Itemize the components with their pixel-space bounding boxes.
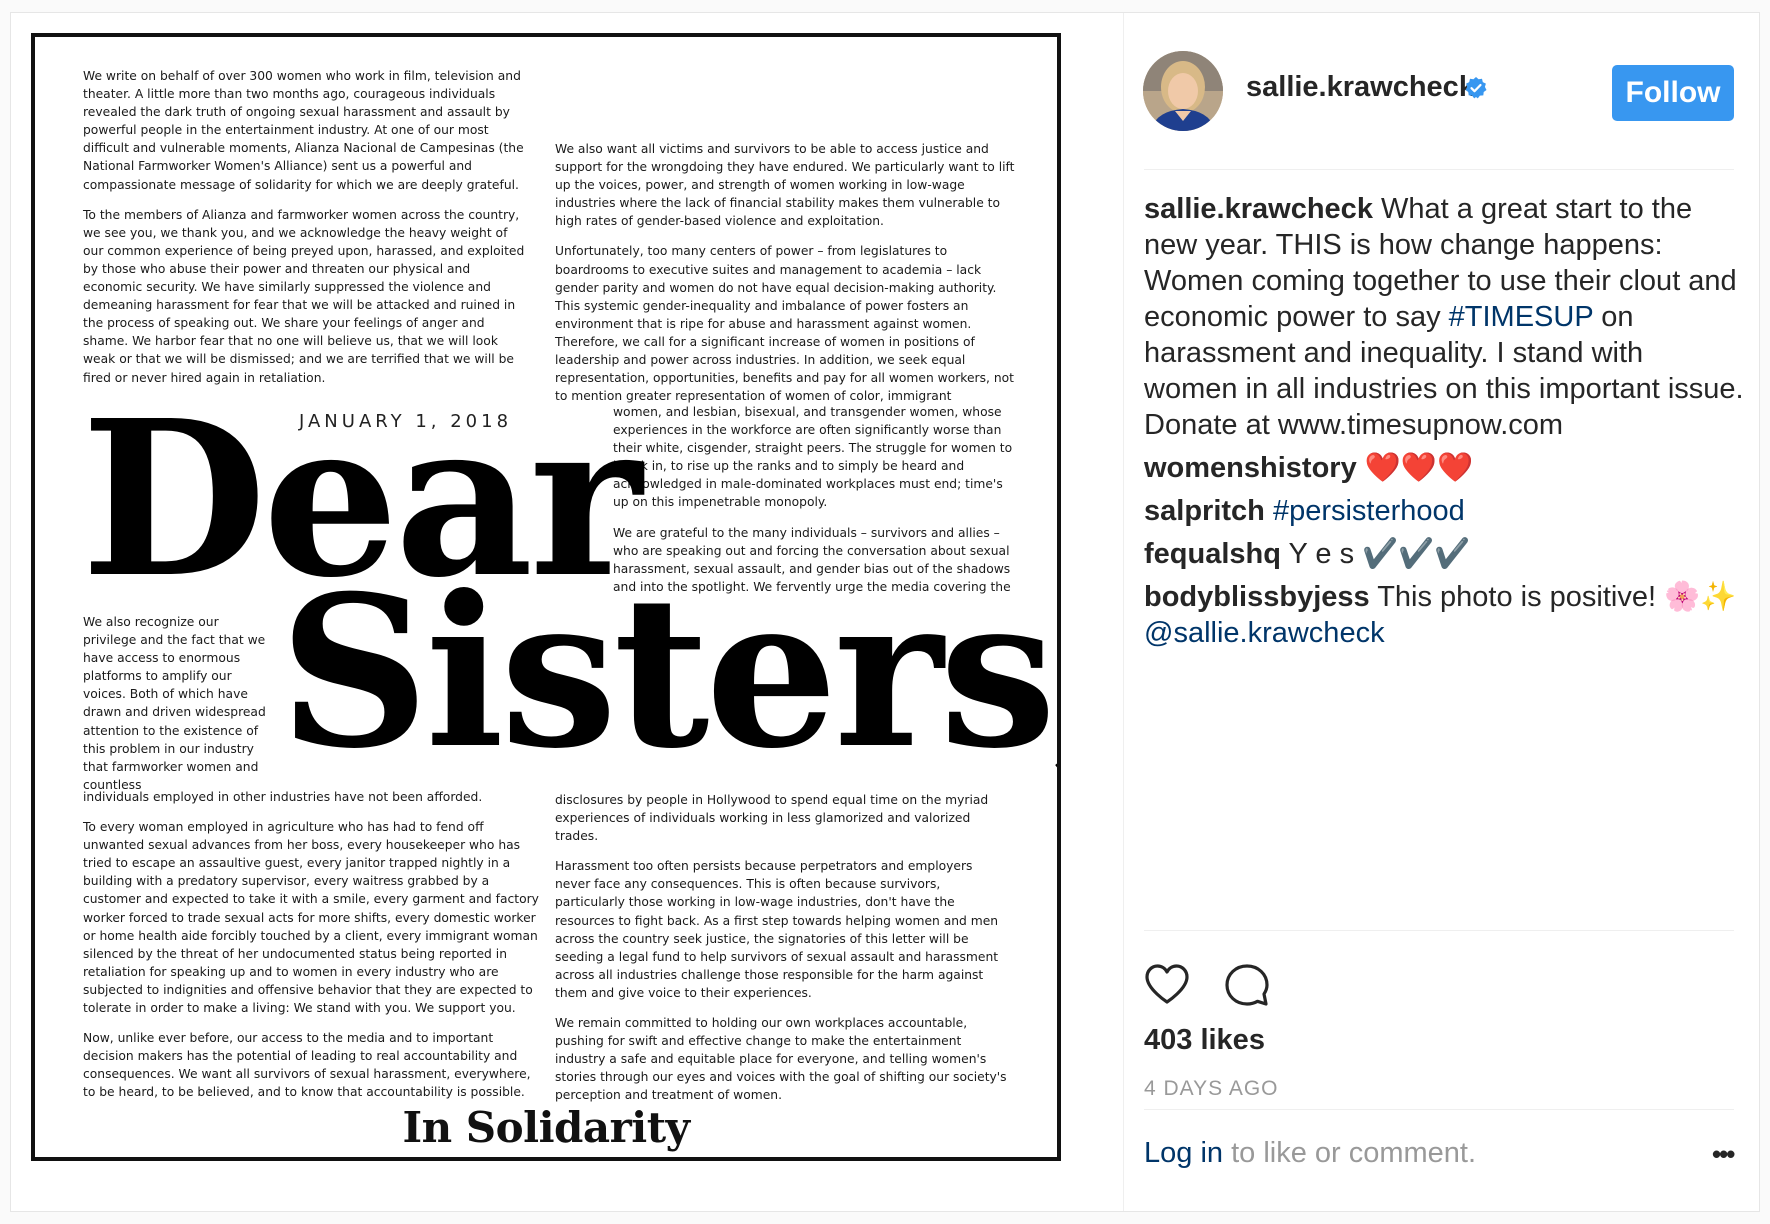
comment-bubble-icon[interactable] — [1223, 961, 1271, 1009]
comment-item: womenshistory ❤️❤️❤️ — [1144, 450, 1744, 486]
comment-username[interactable]: fequalshq — [1144, 538, 1281, 570]
follow-button[interactable]: Follow — [1612, 65, 1734, 121]
post-header: sallie.krawcheck Follow — [1124, 13, 1760, 169]
avatar-photo — [1143, 51, 1223, 131]
mention-link[interactable]: @sallie.krawcheck — [1144, 617, 1385, 649]
letter-signoff: In Solidarity — [402, 1103, 690, 1152]
caption: sallie.krawcheck What a great start to t… — [1144, 191, 1744, 443]
comment-username[interactable]: sallie.krawcheck — [1144, 193, 1373, 225]
headline-sisters: Sisters, — [279, 551, 1061, 795]
comment-username[interactable]: womenshistory — [1144, 452, 1357, 484]
post-photo[interactable]: We write on behalf of over 300 women who… — [11, 13, 1123, 1211]
header-divider — [1144, 169, 1734, 170]
letter-column-right-bottom: disclosures by people in Hollywood to sp… — [555, 791, 1010, 1117]
post-timestamp[interactable]: 4 DAYS AGO — [1144, 1077, 1279, 1101]
letter-paragraph: disclosures by people in Hollywood to sp… — [555, 793, 989, 844]
letter-paragraph: We also recognize our privilege and the … — [83, 615, 266, 792]
letter-column-left-bottom: individuals employed in other industries… — [83, 788, 543, 1114]
instagram-post: We write on behalf of over 300 women who… — [10, 12, 1760, 1212]
letter-paragraph: women, and lesbian, bisexual, and transg… — [613, 405, 1013, 510]
letter-paragraph: We remain committed to holding our own w… — [555, 1016, 1007, 1103]
comment-list: sallie.krawcheck What a great start to t… — [1144, 191, 1744, 658]
login-link[interactable]: Log in — [1144, 1137, 1223, 1169]
comment-text: This photo is positive! 🌸✨ — [1369, 581, 1737, 613]
comment-item: salpritch #persisterhood — [1144, 493, 1744, 529]
comment-text: ❤️❤️❤️ — [1356, 452, 1474, 484]
hashtag-link[interactable]: #persisterhood — [1273, 495, 1465, 527]
letter-paragraph: individuals employed in other industries… — [83, 790, 483, 804]
comment-text: Y e s ✔️✔️✔️ — [1280, 538, 1471, 570]
post-author-username[interactable]: sallie.krawcheck — [1246, 71, 1475, 104]
heart-icon[interactable] — [1143, 961, 1191, 1009]
letter-paragraph: Harassment too often persists because pe… — [555, 859, 999, 1000]
comment-username[interactable]: salpritch — [1144, 495, 1265, 527]
letter-paragraph: To the members of Alianza and farmworker… — [83, 207, 525, 385]
more-options-icon[interactable]: ••• — [1712, 1139, 1744, 1169]
like-count[interactable]: 403 likes — [1144, 1024, 1265, 1057]
letter-paragraph: We also want all victims and survivors t… — [555, 142, 1015, 229]
letter-column-left-middle: We also recognize our privilege and the … — [83, 613, 273, 794]
login-prompt-text: to like or comment. — [1223, 1137, 1477, 1169]
letter-paragraph: To every woman employed in agriculture w… — [83, 820, 539, 1016]
verified-badge-icon — [1465, 77, 1487, 99]
letter-paragraph: We write on behalf of over 300 women who… — [83, 69, 524, 192]
login-prompt: Log in to like or comment. — [1144, 1137, 1476, 1170]
actions-divider — [1144, 930, 1734, 931]
footer-divider — [1144, 1109, 1734, 1110]
comment-item: bodyblissbyjess This photo is positive! … — [1144, 579, 1744, 651]
hashtag-link[interactable]: #TIMESUP — [1449, 301, 1594, 333]
comment-text — [1265, 495, 1273, 527]
open-letter: We write on behalf of over 300 women who… — [31, 33, 1061, 1161]
avatar[interactable] — [1143, 51, 1223, 131]
letter-paragraph: Now, unlike ever before, our access to t… — [83, 1031, 531, 1100]
comment-item: fequalshq Y e s ✔️✔️✔️ — [1144, 536, 1744, 572]
post-side-panel: sallie.krawcheck Follow sallie.krawcheck… — [1123, 13, 1760, 1211]
comment-username[interactable]: bodyblissbyjess — [1144, 581, 1370, 613]
letter-column-left-top: We write on behalf of over 300 women who… — [83, 67, 531, 399]
